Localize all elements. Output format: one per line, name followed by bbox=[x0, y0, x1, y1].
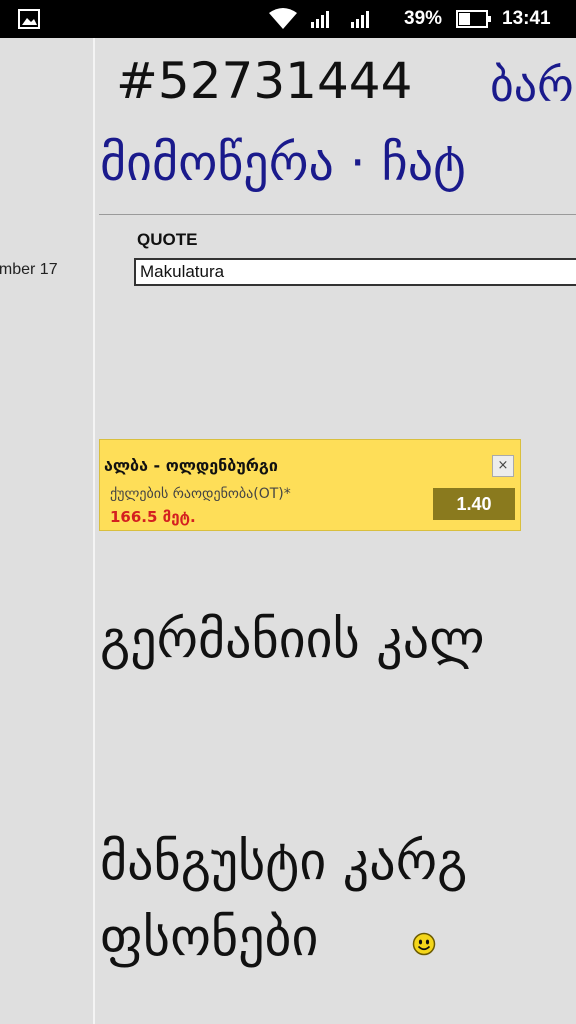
post-title-link[interactable]: ბარ bbox=[490, 58, 574, 112]
signal-sim1-icon bbox=[310, 0, 332, 38]
header-divider bbox=[99, 214, 576, 215]
column-divider bbox=[93, 38, 95, 1024]
gallery-notification-icon bbox=[18, 0, 40, 38]
wifi-icon bbox=[268, 0, 298, 38]
nav-links[interactable]: მიმოწერა · ჩატ bbox=[100, 134, 466, 192]
post-text-line-3-text: ფსონები bbox=[100, 908, 319, 968]
post-id: #52731444 bbox=[116, 52, 413, 110]
quote-box: Makulatura bbox=[134, 258, 576, 286]
quote-label: QUOTE bbox=[137, 230, 198, 249]
signal-sim2-icon bbox=[350, 0, 372, 38]
smiley-emoticon-icon bbox=[412, 932, 436, 960]
clock: 13:41 bbox=[502, 8, 551, 29]
ad-line: 166.5 მეტ. bbox=[110, 508, 196, 526]
quote-author: Makulatura bbox=[140, 262, 225, 281]
post-meta-column bbox=[0, 38, 94, 1024]
close-icon[interactable]: × bbox=[492, 455, 514, 477]
post-text-line-3: ფსონები bbox=[100, 908, 318, 968]
battery-percent: 39% bbox=[404, 8, 443, 29]
ad-odds-button[interactable]: 1.40 bbox=[433, 488, 515, 520]
post-text-line-1: გერმანიის კალ bbox=[100, 610, 485, 670]
ad-market: ქულების რაოდენობა(OT)* bbox=[110, 486, 291, 502]
status-bar: 39% 13:41 bbox=[0, 0, 576, 38]
post-text-line-2: მანგუსტი კარგ bbox=[100, 832, 468, 892]
betting-ad-banner[interactable]: ალბა - ოლდენბურგი × ქულების რაოდენობა(OT… bbox=[99, 439, 521, 531]
battery-icon bbox=[456, 0, 492, 38]
post-date: ember 17 bbox=[0, 261, 58, 278]
ad-match-title: ალბა - ოლდენბურგი bbox=[104, 456, 278, 475]
